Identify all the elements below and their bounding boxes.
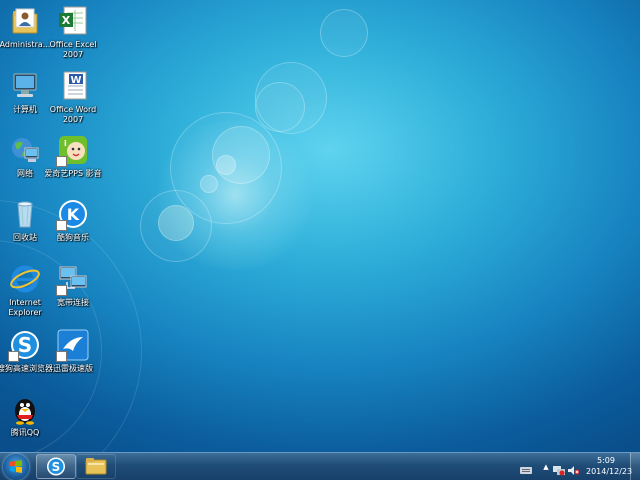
desktop-icon-label: Office Word 2007 [49,105,97,124]
desktop-icon-label: 酷狗音乐 [57,233,89,242]
recycle-bin-icon [9,198,41,230]
svg-text:K: K [67,205,80,224]
desktop-icon-label: 迅雷极速版 [53,364,93,373]
desktop-icon-label: 宽带连接 [57,298,89,307]
word-icon: W [57,70,89,102]
desktop-icon-label: Office Excel 2007 [49,40,97,59]
iqiyi-pps-icon: i [56,134,89,167]
kugou-music-icon: K [56,198,89,231]
shortcut-arrow-icon [56,156,67,167]
desktop-icon-label: 腾讯QQ [10,428,40,437]
taskbar-sogou-browser-button[interactable]: S [36,454,76,479]
taskbar: S ▲ 5:09 2014/12/23 [0,452,640,480]
taskbar-clock[interactable]: 5:09 2014/12/23 [586,455,633,477]
show-desktop-button[interactable] [630,453,640,480]
clock-time: 5:09 [597,456,615,465]
shortcut-arrow-icon [56,285,67,296]
taskbar-explorer-button[interactable] [76,454,116,479]
desktop-icon-broadband-connection[interactable]: 宽带连接 [45,263,101,308]
wallpaper-bokeh [320,9,368,57]
desktop-icon-office-word[interactable]: W Office Word 2007 [45,70,101,125]
desktop-icon-iqiyi-pps[interactable]: i 爱奇艺PPS 影音 [44,134,102,179]
desktop-icon-qq[interactable]: 腾讯QQ [0,393,53,438]
desktop-icon-office-excel[interactable]: X Office Excel 2007 [45,5,101,60]
start-button[interactable] [3,454,29,480]
wallpaper-bokeh [140,190,212,262]
user-folder-icon [9,5,41,37]
qq-penguin-icon [9,393,41,425]
sogou-browser-icon: S [8,329,41,362]
show-hidden-icons-arrow[interactable]: ▲ [540,462,552,473]
svg-text:i: i [64,139,67,148]
network-status-icon[interactable] [553,461,565,476]
clock-date: 2014/12/23 [586,467,633,476]
xunlei-bird-icon [56,329,89,362]
shortcut-arrow-icon [56,351,67,362]
excel-icon: X [57,5,89,37]
svg-text:X: X [62,14,71,27]
computer-icon [9,70,41,102]
desktop-icon-label: 爱奇艺PPS 影音 [44,169,102,178]
broadband-connection-icon [56,263,89,296]
desktop[interactable]: Administra... 计算机 网络 回收站 Internet Explor… [0,0,640,480]
svg-text:W: W [70,75,81,86]
desktop-icon-kugou-music[interactable]: K 酷狗音乐 [45,198,101,243]
svg-text:S: S [52,460,61,474]
shortcut-arrow-icon [56,220,67,231]
wallpaper-bokeh [200,175,218,193]
windows-logo-icon [10,460,22,473]
wallpaper-bokeh [216,155,236,175]
folder-icon [85,458,107,475]
internet-explorer-icon [9,263,41,295]
network-icon [9,134,41,166]
shortcut-arrow-icon [8,351,19,362]
sogou-browser-icon: S [47,457,65,476]
svg-text:S: S [18,333,32,357]
volume-muted-icon[interactable] [568,461,580,475]
desktop-icon-xunlei[interactable]: 迅雷极速版 [45,329,101,374]
keyboard-icon[interactable] [520,461,532,474]
wallpaper-bokeh [255,82,305,132]
